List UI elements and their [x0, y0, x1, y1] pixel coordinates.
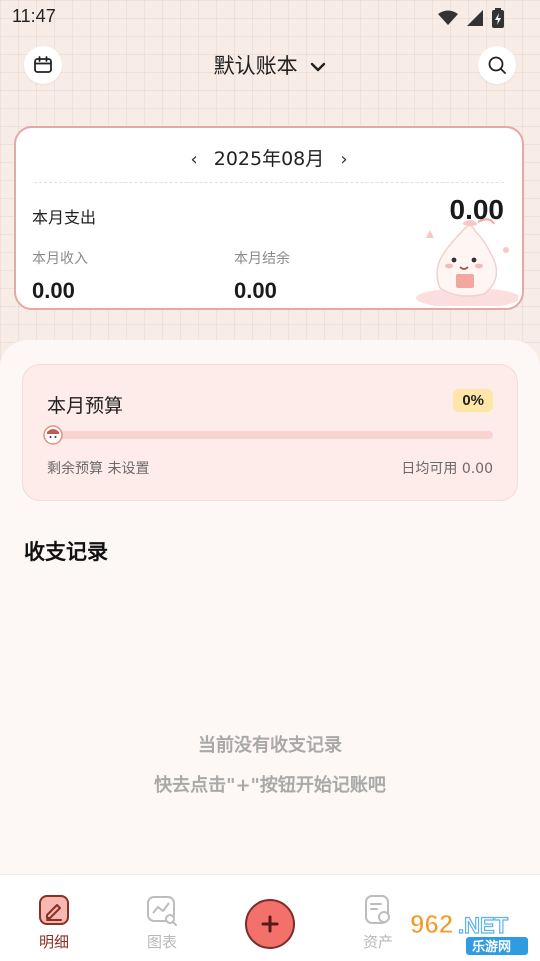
assets-icon — [365, 895, 390, 924]
nav-item-assets[interactable]: 资产 — [348, 893, 408, 952]
income-value: 0.00 — [32, 278, 75, 303]
edit-note-icon — [39, 895, 69, 925]
nav-label-assets: 资产 — [362, 933, 393, 951]
ledger-selector[interactable]: 默认账本 — [0, 50, 540, 80]
search-icon — [488, 56, 506, 74]
progress-mascot-icon — [43, 425, 63, 445]
plus-icon — [261, 915, 279, 933]
balance-value: 0.00 — [234, 278, 277, 303]
records-title: 收支记录 — [24, 540, 108, 564]
bottom-navigation: 明细 图表 资产 962 .NET 乐游网 — [0, 874, 540, 961]
prev-month-button[interactable]: ‹ — [190, 149, 197, 170]
budget-percent-badge: 0% — [453, 389, 493, 412]
expense-label: 本月支出 — [32, 208, 97, 227]
chevron-down-icon — [311, 62, 326, 72]
remaining-budget: 剩余预算 未设置 — [47, 461, 150, 477]
divider — [34, 182, 504, 183]
chart-icon — [147, 896, 177, 926]
next-month-button[interactable]: › — [340, 149, 347, 170]
status-bar: 11:47 — [0, 0, 540, 34]
status-time: 11:47 — [12, 6, 56, 26]
empty-state-message: 当前没有收支记录 — [198, 735, 342, 756]
site-watermark: 962 .NET 乐游网 — [410, 909, 528, 955]
budget-title: 本月预算 — [47, 395, 124, 417]
nav-label-charts: 图表 — [146, 933, 177, 951]
battery-icon — [492, 8, 504, 28]
mascot-illustration — [416, 218, 518, 306]
signal-icon — [467, 10, 483, 26]
daily-available: 日均可用 0.00 — [401, 461, 493, 477]
nav-label-details: 明细 — [38, 933, 69, 951]
nav-item-details[interactable]: 明细 — [24, 893, 84, 952]
wifi-icon — [438, 10, 458, 25]
budget-card[interactable]: 本月预算 0% 剩余预算 未设置 日均可用 0.00 — [22, 364, 518, 501]
income-label: 本月收入 — [32, 251, 88, 267]
svg-text:乐游网: 乐游网 — [472, 939, 511, 955]
svg-text:962: 962 — [410, 909, 453, 939]
month-navigator: ‹ 2025年08月 › — [16, 144, 522, 171]
balance-label: 本月结余 — [234, 251, 290, 267]
nav-item-charts[interactable]: 图表 — [132, 893, 192, 952]
ledger-title: 默认账本 — [213, 54, 298, 78]
current-month[interactable]: 2025年08月 — [214, 148, 325, 170]
budget-progress-track — [47, 431, 493, 439]
empty-state-hint: 快去点击"+"按钮开始记账吧 — [154, 775, 386, 796]
month-summary-card: ‹ 2025年08月 › 本月支出 0.00 本月收入 0.00 本月结余 0.… — [14, 126, 524, 310]
search-button[interactable] — [478, 46, 516, 84]
add-record-button[interactable] — [245, 899, 295, 949]
svg-text:.NET: .NET — [458, 913, 509, 938]
